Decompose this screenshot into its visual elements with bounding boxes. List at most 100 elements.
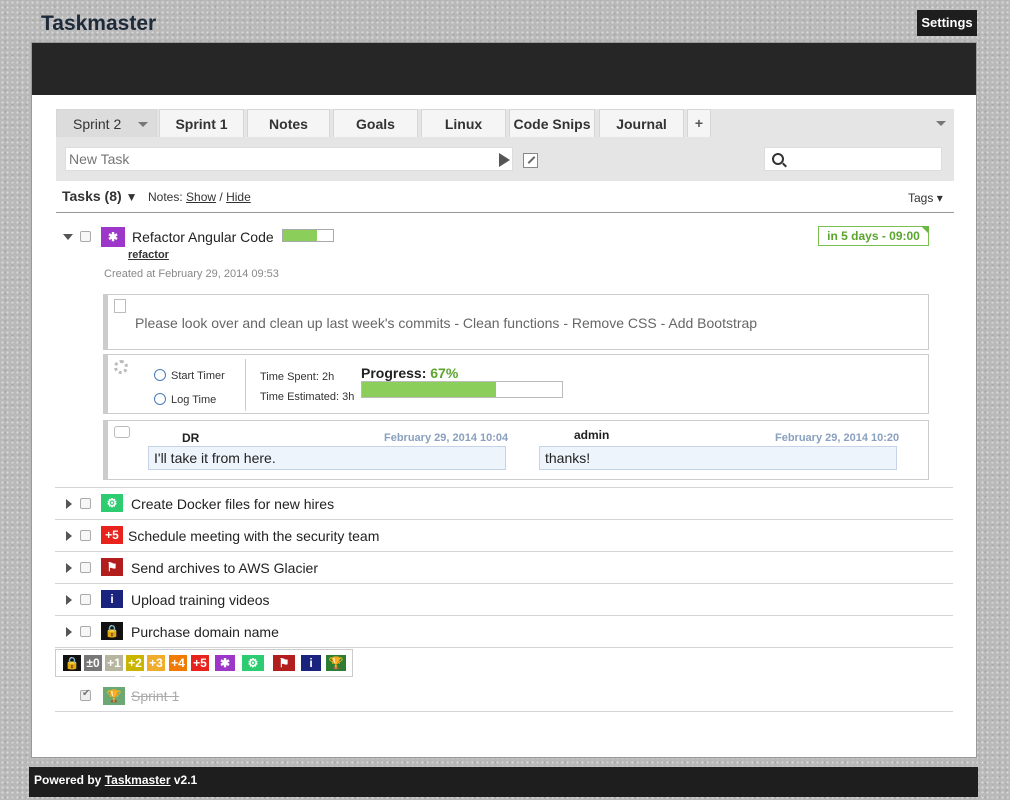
task-checkbox[interactable] [80, 231, 91, 242]
comment-text: I'll take it from here. [148, 446, 506, 470]
gear-icon[interactable]: ⚙ [242, 655, 264, 671]
separator [245, 359, 246, 411]
expand-arrow-icon[interactable] [66, 595, 72, 605]
tab-sprint-1[interactable]: Sprint 1 [159, 109, 244, 137]
flag-icon[interactable]: ⚑ [101, 558, 123, 576]
divider [56, 212, 954, 213]
tasks-header[interactable]: Tasks (8) ▼ [62, 188, 137, 204]
expand-arrow-icon[interactable] [66, 499, 72, 509]
footer-version: v2.1 [173, 773, 198, 787]
chevron-down-icon[interactable] [138, 122, 148, 127]
tab-bar: Sprint 2 Sprint 1 Notes Goals Linux Code… [56, 109, 954, 181]
info-icon[interactable]: i [301, 655, 321, 671]
tasks-count: Tasks (8) [62, 188, 122, 204]
collapse-arrow-icon[interactable] [63, 234, 73, 240]
chat-icon [114, 426, 130, 438]
expand-arrow-icon[interactable] [66, 531, 72, 541]
trophy-icon[interactable]: 🏆 [103, 687, 125, 705]
task-title[interactable]: Purchase domain name [131, 624, 279, 640]
completed-checkbox[interactable]: ✔ [80, 688, 91, 701]
progress-bar [361, 381, 563, 398]
bug-icon[interactable]: ✱ [215, 655, 235, 671]
task-progress-bar [282, 229, 334, 242]
clock-icon [154, 393, 166, 405]
task-title[interactable]: Refactor Angular Code [132, 229, 274, 245]
task-title[interactable]: Send archives to AWS Glacier [131, 560, 318, 576]
header-band [32, 43, 976, 95]
search-input[interactable] [764, 147, 942, 171]
priority-plus2-icon[interactable]: +2 [126, 655, 144, 671]
priority-plus4-icon[interactable]: +4 [169, 655, 187, 671]
edit-icon[interactable] [523, 153, 538, 168]
time-spent: Time Spent: 2h [260, 371, 335, 383]
task-title[interactable]: Upload training videos [131, 592, 270, 608]
info-icon[interactable]: i [101, 590, 123, 608]
footer-brand-link[interactable]: Taskmaster [105, 773, 171, 787]
task-title[interactable]: Create Docker files for new hires [131, 496, 334, 512]
priority-plus1-icon[interactable]: +1 [105, 655, 123, 671]
divider [55, 519, 953, 520]
note-icon [114, 299, 126, 313]
comment-time: February 29, 2014 10:04 [384, 432, 509, 444]
task-checkbox[interactable] [80, 594, 91, 605]
lock-icon[interactable]: 🔒 [101, 622, 123, 640]
tags-dropdown[interactable]: Tags ▾ [908, 191, 943, 205]
progress-fill [362, 382, 496, 397]
gear-icon[interactable]: ⚙ [101, 494, 123, 512]
lock-icon[interactable]: 🔒 [63, 655, 81, 671]
tab-sprint-2[interactable]: Sprint 2 [56, 109, 157, 137]
priority-plus5-icon[interactable]: +5 [101, 526, 123, 544]
search-icon [772, 153, 784, 165]
note-box: Please look over and clean up last week'… [103, 294, 929, 350]
notes-hide-link[interactable]: Hide [226, 190, 251, 204]
expand-arrow-icon[interactable] [66, 563, 72, 573]
flag-icon[interactable]: ⚑ [273, 655, 295, 671]
priority-plus5-icon[interactable]: +5 [191, 655, 209, 671]
tab-code-snips[interactable]: Code Snips [509, 109, 595, 137]
task-title[interactable]: Schedule meeting with the security team [128, 528, 379, 544]
tab-goals[interactable]: Goals [333, 109, 418, 137]
play-icon[interactable] [499, 153, 510, 167]
tag-link[interactable]: refactor [128, 249, 169, 261]
start-timer-label: Start Timer [171, 370, 225, 382]
notes-label: Notes: [148, 190, 183, 204]
priority-zero-icon[interactable]: ±0 [84, 655, 102, 671]
start-timer-button[interactable]: Start Timer [154, 369, 225, 382]
add-tab-button[interactable]: + [687, 109, 711, 137]
footer-powered: Powered by [34, 773, 102, 787]
new-task-input[interactable] [65, 147, 513, 171]
due-badge[interactable]: in 5 days - 09:00 [818, 226, 929, 246]
comment-text: thanks! [539, 446, 897, 470]
comments-box: DR February 29, 2014 10:04 I'll take it … [103, 420, 929, 480]
caret-down-icon[interactable]: ▼ [126, 190, 138, 204]
tab-notes[interactable]: Notes [247, 109, 330, 137]
priority-plus3-icon[interactable]: +3 [147, 655, 165, 671]
tags-label: Tags [908, 191, 934, 205]
tab-journal[interactable]: Journal [599, 109, 684, 137]
task-checkbox[interactable] [80, 498, 91, 509]
log-time-button[interactable]: Log Time [154, 393, 216, 406]
expand-arrow-icon[interactable] [66, 627, 72, 637]
tag-palette: 🔒 ±0 +1 +2 +3 +4 +5 ✱ ⚙ ⚑ i 🏆 [55, 649, 353, 677]
tabs-menu-chevron-icon[interactable] [936, 121, 946, 126]
tab-linux[interactable]: Linux [421, 109, 506, 137]
comment-author: admin [574, 428, 610, 442]
timer-box: Start Timer Log Time Time Spent: 2h Time… [103, 354, 929, 414]
task-progress-fill [283, 230, 317, 241]
trophy-icon[interactable]: 🏆 [326, 655, 346, 671]
note-text: Please look over and clean up last week'… [135, 315, 758, 331]
notes-show-link[interactable]: Show [186, 190, 216, 204]
task-checkbox[interactable] [80, 562, 91, 573]
created-date: Created at February 29, 2014 09:53 [104, 268, 279, 280]
footer: Powered by Taskmaster v2.1 [29, 767, 978, 797]
bug-icon[interactable]: ✱ [101, 227, 125, 247]
completed-task-title[interactable]: Sprint 1 [131, 688, 179, 704]
task-checkbox[interactable] [80, 626, 91, 637]
settings-button[interactable]: Settings [917, 10, 977, 36]
log-time-label: Log Time [171, 394, 217, 406]
divider [55, 615, 953, 616]
task-checkbox[interactable] [80, 530, 91, 541]
divider [55, 487, 953, 488]
app-title: Taskmaster [41, 12, 157, 35]
progress-text: Progress: [361, 365, 427, 381]
